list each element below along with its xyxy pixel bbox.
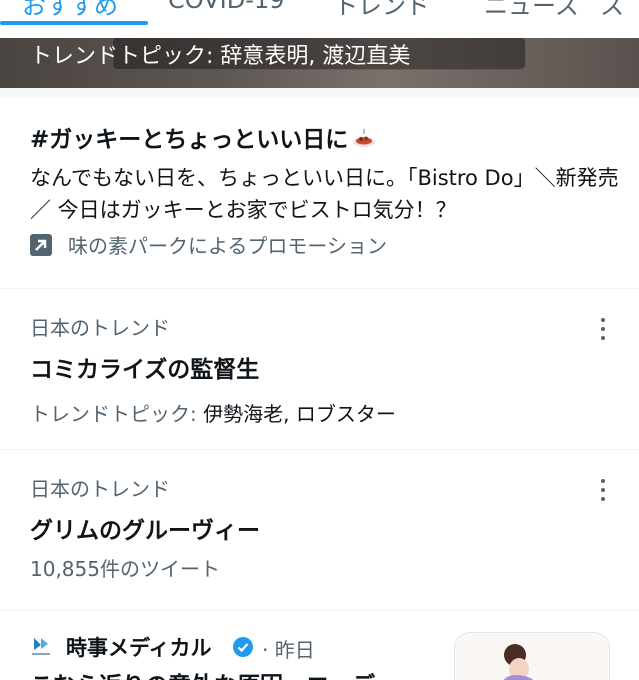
tab-covid19[interactable]: COVID-19 [168, 0, 284, 14]
hero-caption: トレンドトピック: 辞意表明, 渡辺直美 [30, 44, 411, 69]
trend-subtitle: トレンドトピック: 伊勢海老, ロブスター [30, 402, 396, 426]
tab-news[interactable]: ニュース [484, 0, 579, 21]
news-time: · 昨日 [262, 638, 315, 662]
news-thumbnail[interactable] [454, 632, 610, 680]
section-separator [0, 88, 639, 98]
trend-context: 日本のトレンド [30, 316, 170, 340]
promoted-trend-title[interactable]: #ガッキーとちょっといい日に [30, 120, 376, 154]
divider [0, 610, 639, 611]
trend-topics: 伊勢海老, ロブスター [203, 402, 396, 426]
promotion-label[interactable]: 味の素パークによるプロモーション [30, 230, 387, 259]
promoted-arrow-icon [30, 234, 52, 256]
hero-image[interactable]: トレンドトピック: 辞意表明, 渡辺直美 [0, 38, 639, 88]
verified-badge-icon [233, 637, 253, 657]
more-options-icon[interactable] [596, 479, 610, 503]
food-plate-icon [353, 128, 376, 147]
illustration-woman-icon [503, 644, 534, 680]
news-source-logo-icon [32, 638, 50, 655]
trend-context: 日本のトレンド [30, 477, 170, 501]
news-source-name: 時事メディカル [66, 636, 212, 660]
divider [0, 288, 639, 289]
more-options-icon[interactable] [596, 318, 610, 342]
news-headline: こむら返りの意外な原因 エーデ [30, 666, 375, 680]
trend-title: グリムのグルーヴィー [30, 518, 260, 544]
tab-recommended[interactable]: おすすめ [22, 0, 118, 21]
tweet-count: 10,855件のツイート [30, 557, 220, 581]
divider [0, 449, 639, 450]
tab-trends[interactable]: トレンド [334, 0, 430, 21]
tab-sports[interactable]: ス [600, 0, 624, 21]
active-tab-indicator [0, 21, 148, 25]
tab-bar: おすすめ COVID-19 トレンド ニュース ス [0, 0, 639, 36]
promoted-trend-description: なんでもない日を、ちょっといい日に。「Bistro Do」＼新発売／ 今日はガッ… [30, 166, 619, 222]
trend-title: コミカライズの監督生 [30, 357, 260, 383]
